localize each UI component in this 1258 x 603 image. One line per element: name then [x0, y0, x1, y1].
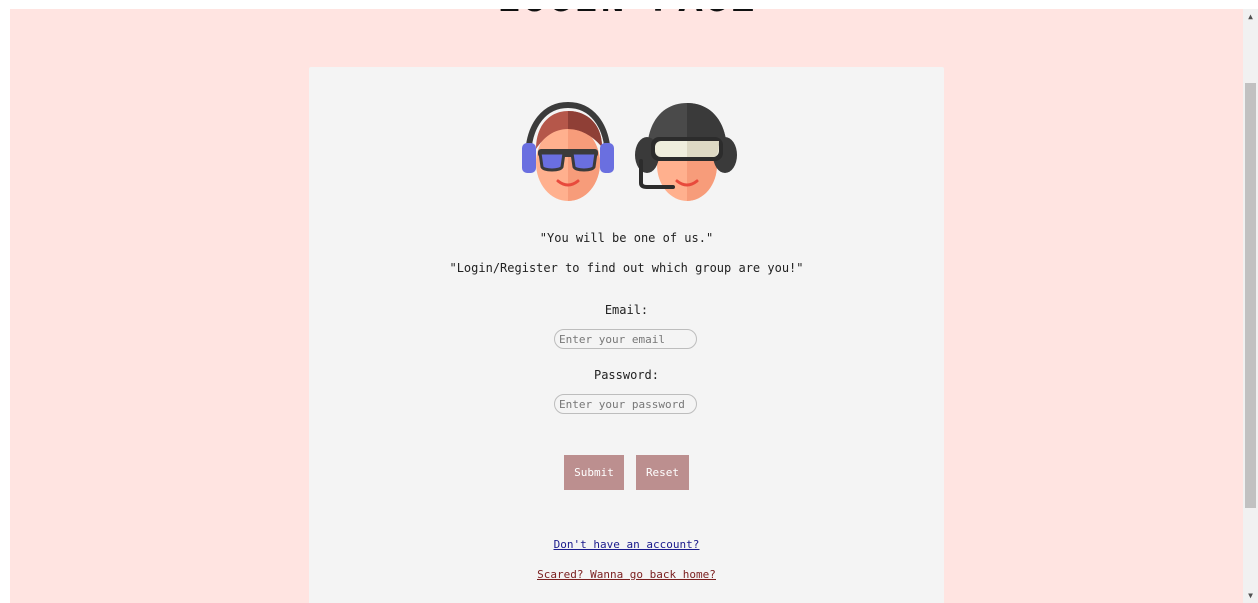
scroll-up-icon[interactable]: ▲ — [1243, 9, 1258, 24]
scroll-thumb[interactable] — [1245, 83, 1256, 508]
quote-two: "Login/Register to find out which group … — [449, 261, 804, 275]
home-link[interactable]: Scared? Wanna go back home? — [537, 568, 716, 581]
register-link-row: Don't have an account? — [309, 538, 944, 551]
home-link-row: Scared? Wanna go back home? — [309, 568, 944, 581]
quote-one: "You will be one of us." — [539, 231, 714, 245]
password-input[interactable] — [554, 394, 697, 414]
scroll-down-icon[interactable]: ▼ — [1243, 588, 1258, 603]
helmet-headset-avatar-icon — [635, 103, 737, 201]
page-title: LOGIN PAGE — [10, 9, 1243, 24]
email-label: Email: — [604, 303, 649, 317]
headphones-avatar-icon — [522, 101, 614, 201]
email-input[interactable] — [554, 329, 697, 349]
page-viewport: LOGIN PAGE — [10, 9, 1243, 603]
avatar-group — [522, 101, 737, 203]
password-label: Password: — [593, 368, 660, 382]
vertical-scrollbar[interactable]: ▲ ▼ — [1243, 9, 1258, 603]
login-card: "You will be one of us." "Login/Register… — [309, 67, 944, 603]
register-link[interactable]: Don't have an account? — [554, 538, 700, 551]
reset-button[interactable]: Reset — [636, 455, 689, 490]
submit-button[interactable]: Submit — [564, 455, 624, 490]
